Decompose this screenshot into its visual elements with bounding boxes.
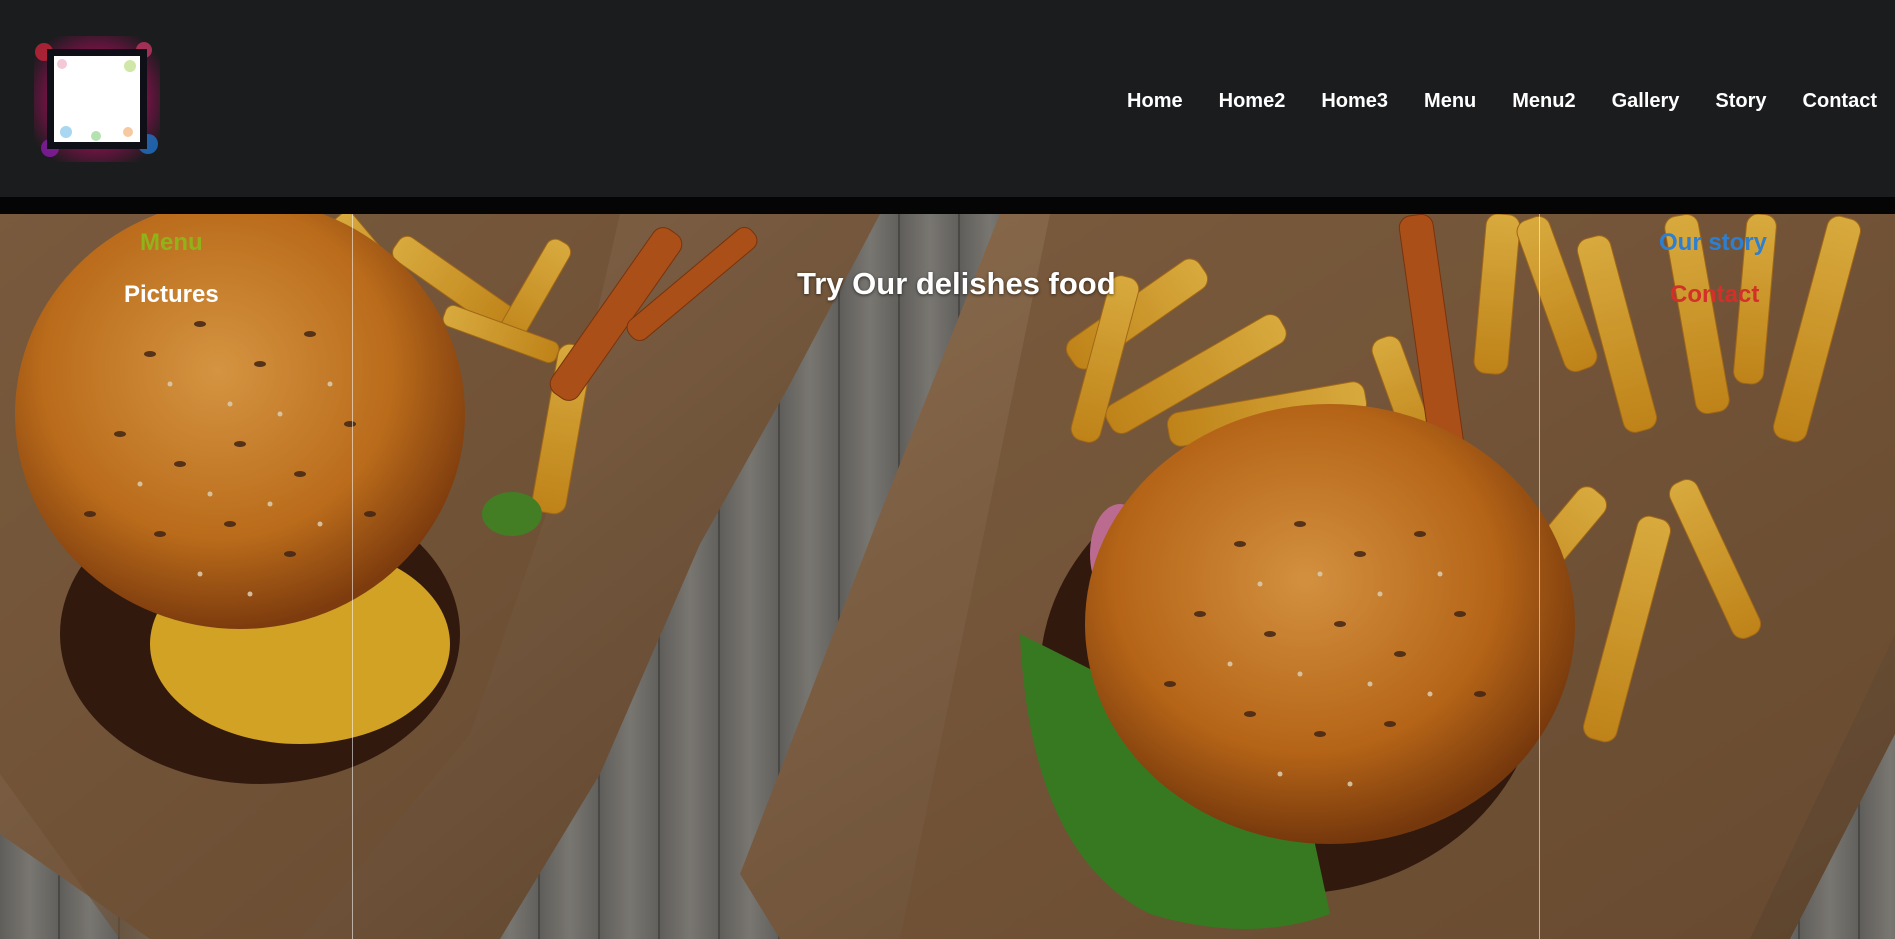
- hero-image: [0, 214, 1895, 939]
- site-header: Home Home2 Home3 Menu Menu2 Gallery Stor…: [0, 0, 1895, 197]
- hero-link-pictures[interactable]: Pictures: [124, 281, 219, 309]
- nav-menu[interactable]: Menu: [1406, 84, 1494, 118]
- nav-home[interactable]: Home: [1109, 84, 1201, 118]
- hero-title: Try Our delishes food: [797, 266, 1116, 301]
- hero-link-contact[interactable]: Contact: [1670, 281, 1759, 309]
- nav-story[interactable]: Story: [1697, 84, 1784, 118]
- nav-home2[interactable]: Home2: [1201, 84, 1304, 118]
- main-nav: Home Home2 Home3 Menu Menu2 Gallery Stor…: [1109, 84, 1895, 118]
- logo-icon[interactable]: [30, 32, 164, 166]
- hero-link-menu[interactable]: Menu: [140, 229, 203, 257]
- nav-home3[interactable]: Home3: [1303, 84, 1406, 118]
- nav-menu2[interactable]: Menu2: [1494, 84, 1593, 118]
- nav-contact[interactable]: Contact: [1785, 84, 1895, 118]
- hero-link-our-story[interactable]: Our story: [1659, 229, 1767, 257]
- nav-gallery[interactable]: Gallery: [1594, 84, 1698, 118]
- right-divider-line: [1539, 214, 1540, 939]
- burger-fries-photo: [0, 214, 1895, 939]
- header-divider: [0, 197, 1895, 214]
- left-divider-line: [352, 214, 353, 939]
